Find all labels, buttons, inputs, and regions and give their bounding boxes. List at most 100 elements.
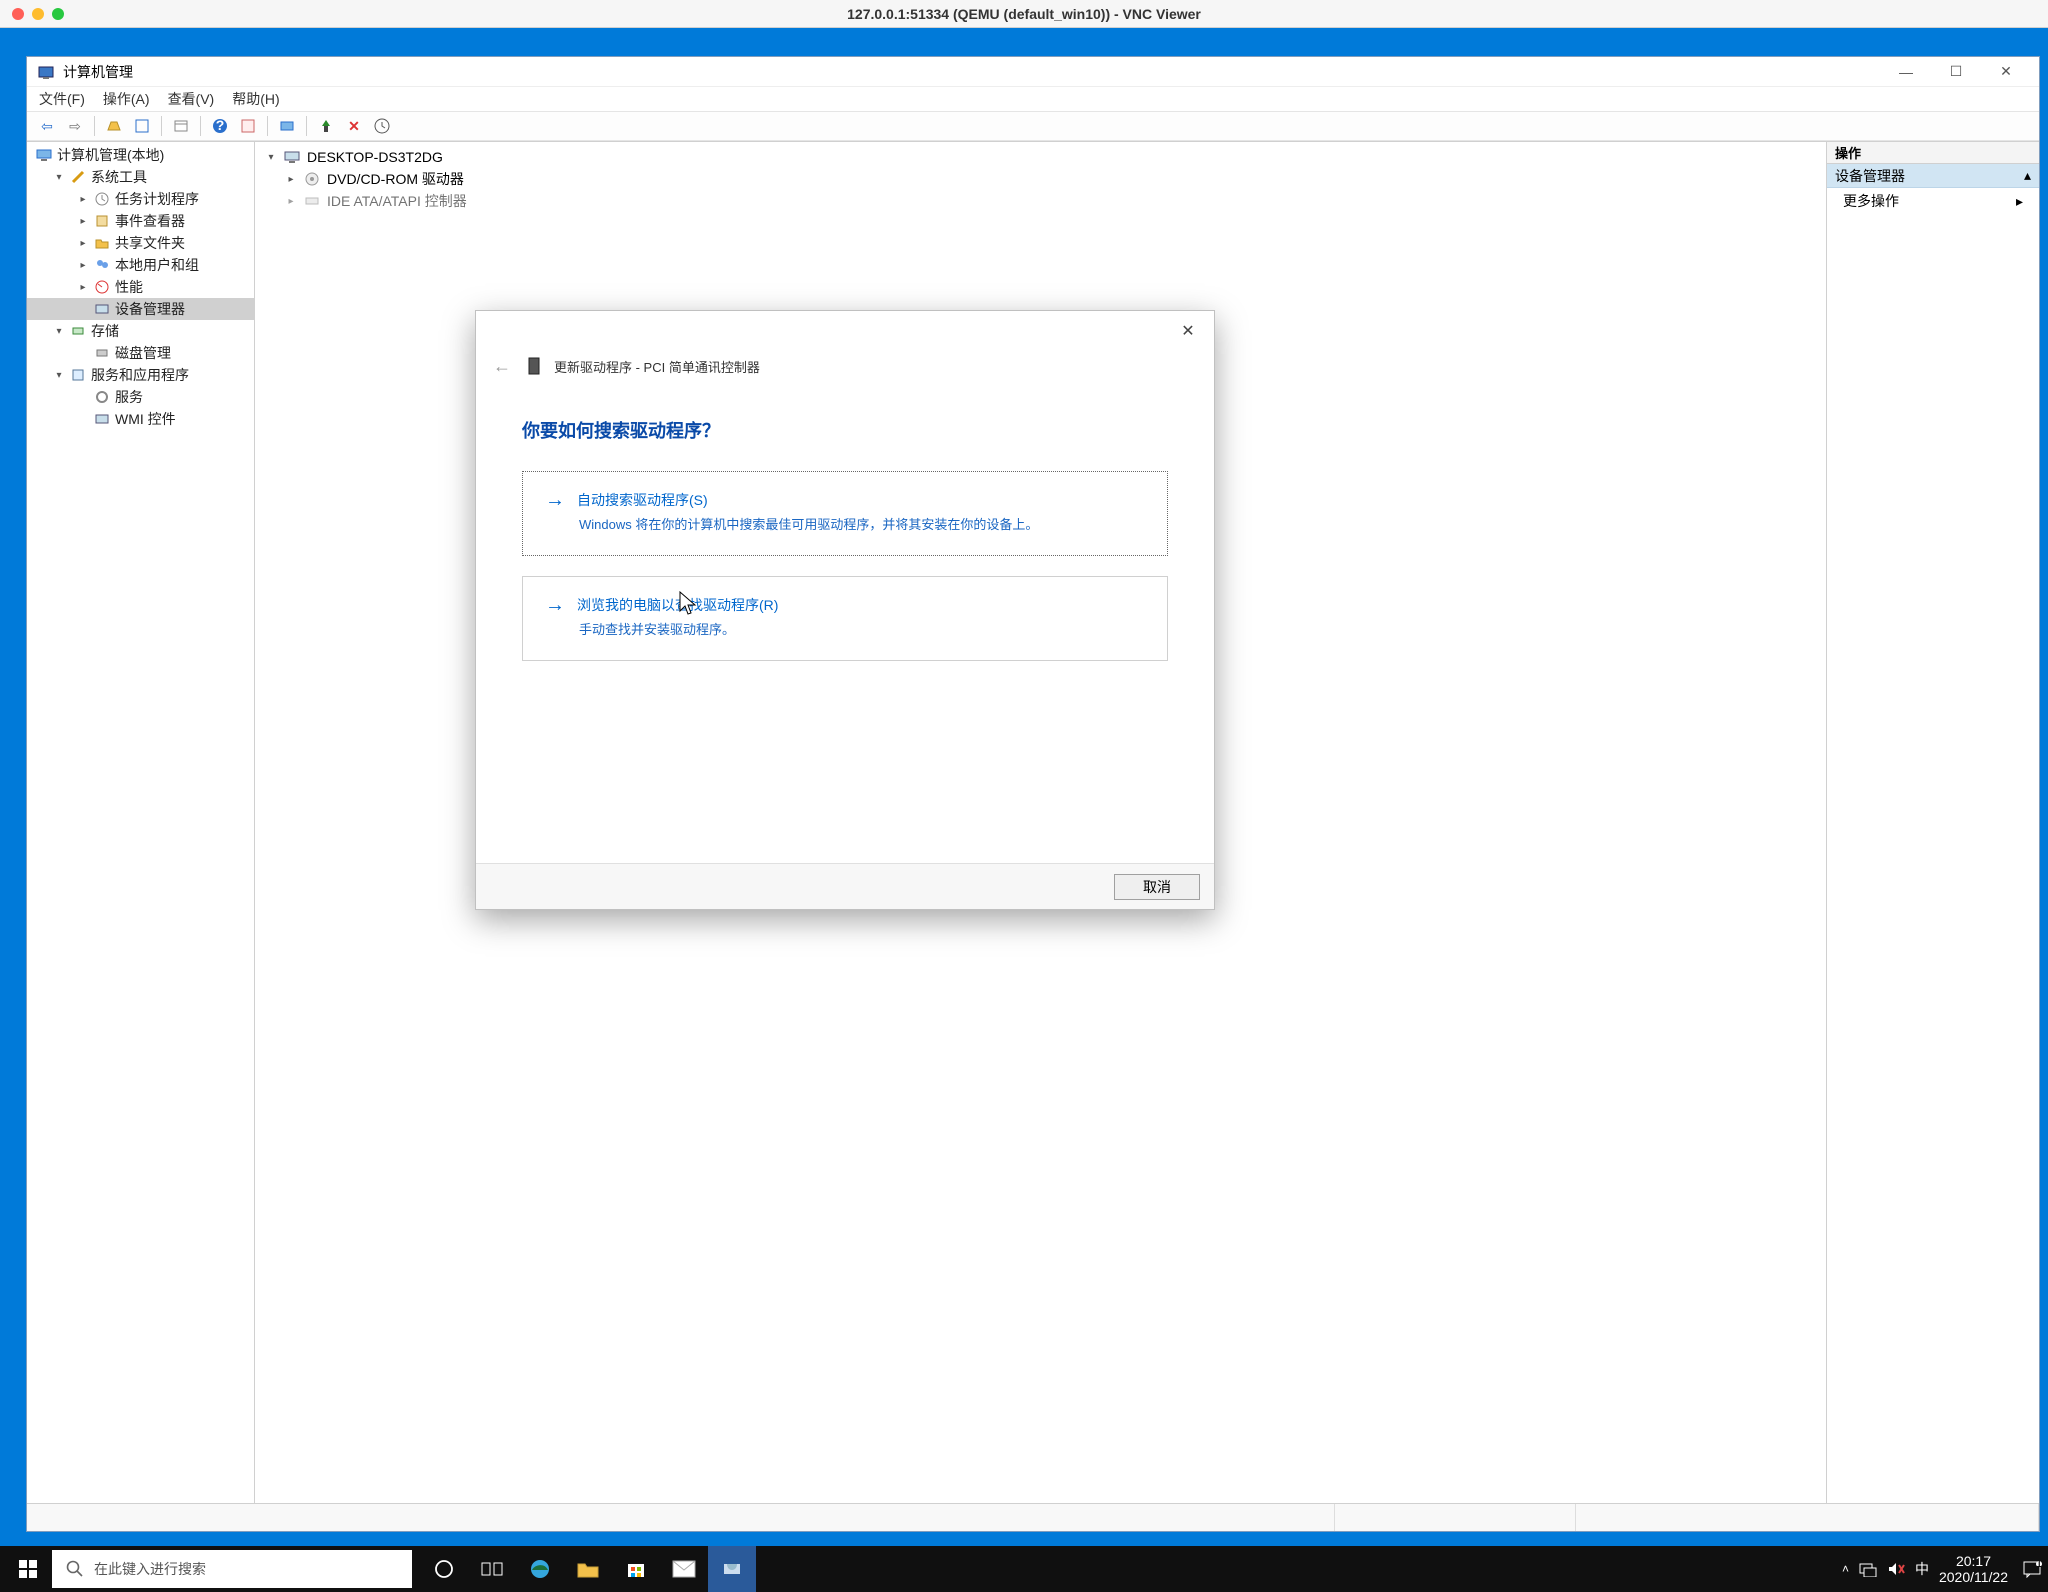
tree-system-tools[interactable]: ▾ 系统工具 [27, 166, 254, 188]
device-ide[interactable]: ▸ IDE ATA/ATAPI 控制器 [265, 190, 1816, 212]
folder-icon [93, 236, 111, 250]
toolbar-properties-icon[interactable] [130, 114, 154, 138]
tree-expand-icon[interactable]: ▸ [77, 282, 89, 293]
menu-view[interactable]: 查看(V) [168, 89, 215, 109]
tray-action-center-icon[interactable]: 1 [2022, 1560, 2042, 1578]
svg-text:1: 1 [2035, 1560, 2042, 1570]
tree-performance[interactable]: ▸ 性能 [27, 276, 254, 298]
clock-icon [93, 192, 111, 206]
tree-wmi-control[interactable]: ▸ WMI 控件 [27, 408, 254, 430]
taskbar-mail-icon[interactable] [660, 1546, 708, 1592]
taskbar-store-icon[interactable] [612, 1546, 660, 1592]
taskbar-search[interactable]: 在此键入进行搜索 [52, 1550, 412, 1588]
search-placeholder: 在此键入进行搜索 [94, 1559, 206, 1579]
toolbar-scan-icon[interactable] [275, 114, 299, 138]
tree-storage[interactable]: ▾ 存储 [27, 320, 254, 342]
tree-local-users[interactable]: ▸ 本地用户和组 [27, 254, 254, 276]
tree-collapse-icon[interactable]: ▾ [265, 152, 277, 163]
tree-task-scheduler[interactable]: ▸ 任务计划程序 [27, 188, 254, 210]
tree-expand-icon[interactable]: ▸ [77, 216, 89, 227]
tray-volume-icon[interactable] [1887, 1561, 1905, 1577]
menu-help[interactable]: 帮助(H) [232, 89, 279, 109]
menu-action[interactable]: 操作(A) [103, 89, 150, 109]
toolbar-list-icon[interactable] [169, 114, 193, 138]
wmi-icon [93, 412, 111, 426]
tree-root[interactable]: 计算机管理(本地) [27, 144, 254, 166]
option-auto-desc: Windows 将在你的计算机中搜索最佳可用驱动程序，并将其安装在你的设备上。 [579, 514, 1147, 533]
tree-expand-icon[interactable]: ▸ [77, 194, 89, 205]
tray-ime-indicator[interactable]: 中 [1915, 1559, 1929, 1579]
tree-shared-folders[interactable]: ▸ 共享文件夹 [27, 232, 254, 254]
mac-minimize-button[interactable] [32, 8, 44, 20]
taskbar-explorer-icon[interactable] [564, 1546, 612, 1592]
tree-disk-management[interactable]: ▸ 磁盘管理 [27, 342, 254, 364]
event-icon [93, 214, 111, 228]
tree-collapse-icon[interactable]: ▾ [53, 172, 65, 183]
tree-expand-icon[interactable]: ▸ [285, 196, 297, 207]
users-icon [93, 258, 111, 272]
clock-time: 20:17 [1939, 1553, 2008, 1569]
mmc-window: 计算机管理 — ☐ ✕ 文件(F) 操作(A) 查看(V) 帮助(H) ⇦ ⇨ [26, 56, 2040, 1532]
toolbar-enable-icon[interactable] [314, 114, 338, 138]
toolbar-up-icon[interactable] [102, 114, 126, 138]
dialog-back-icon[interactable]: ← [490, 356, 514, 377]
taskbar-app-icon[interactable] [708, 1546, 756, 1592]
device-list-pane[interactable]: ▾ DESKTOP-DS3T2DG ▸ DVD/CD-ROM 驱动器 ▸ IDE… [255, 142, 1827, 1503]
svg-text:?: ? [216, 118, 225, 133]
tray-network-icon[interactable] [1859, 1561, 1877, 1577]
mmc-statusbar [27, 1503, 2039, 1531]
mmc-minimize-button[interactable]: — [1883, 60, 1929, 84]
device-dvd[interactable]: ▸ DVD/CD-ROM 驱动器 [265, 168, 1816, 190]
tree-expand-icon[interactable]: ▸ [77, 238, 89, 249]
mmc-toolbar: ⇦ ⇨ ? [27, 111, 2039, 141]
device-host[interactable]: ▾ DESKTOP-DS3T2DG [265, 146, 1816, 168]
menu-file[interactable]: 文件(F) [39, 89, 85, 109]
dialog-close-button[interactable]: ✕ [1172, 319, 1204, 343]
toolbar-forward-icon[interactable]: ⇨ [63, 114, 87, 138]
cancel-button[interactable]: 取消 [1114, 874, 1200, 900]
disc-icon [303, 172, 321, 186]
mmc-titlebar[interactable]: 计算机管理 — ☐ ✕ [27, 57, 2039, 87]
start-button[interactable] [4, 1546, 52, 1592]
tree-services[interactable]: ▸ 服务 [27, 386, 254, 408]
taskbar-clock[interactable]: 20:17 2020/11/22 [1939, 1553, 2008, 1585]
taskbar-taskview-icon[interactable] [468, 1546, 516, 1592]
tree-device-manager[interactable]: ▸ 设备管理器 [27, 298, 254, 320]
toolbar-disable-icon[interactable]: ✕ [342, 114, 366, 138]
taskbar-cortana-icon[interactable] [420, 1546, 468, 1592]
tree-expand-icon[interactable]: ▸ [285, 174, 297, 185]
mac-close-button[interactable] [12, 8, 24, 20]
performance-icon [93, 280, 111, 294]
toolbar-update-driver-icon[interactable] [370, 114, 394, 138]
actions-more-actions[interactable]: 更多操作 ▸ [1827, 188, 2039, 214]
device-chip-icon [526, 356, 542, 376]
taskbar-edge-icon[interactable] [516, 1546, 564, 1592]
mmc-tree-pane[interactable]: 计算机管理(本地) ▾ 系统工具 ▸ 任务计划程序 ▸ [27, 142, 255, 1503]
toolbar-refresh-icon[interactable] [236, 114, 260, 138]
option-browse-computer[interactable]: → 浏览我的电脑以查找驱动程序(R) 手动查找并安装驱动程序。 [522, 576, 1168, 661]
option-auto-title: 自动搜索驱动程序(S) [577, 490, 708, 510]
mmc-close-button[interactable]: ✕ [1983, 60, 2029, 84]
tree-event-viewer[interactable]: ▸ 事件查看器 [27, 210, 254, 232]
tray-up-arrow-icon[interactable]: ˄ [1842, 1562, 1849, 1576]
toolbar-help-icon[interactable]: ? [208, 114, 232, 138]
tree-services-apps[interactable]: ▾ 服务和应用程序 [27, 364, 254, 386]
actions-section[interactable]: 设备管理器 ▴ [1827, 164, 2039, 188]
tree-collapse-icon[interactable]: ▾ [53, 326, 65, 337]
mmc-maximize-button[interactable]: ☐ [1933, 60, 1979, 84]
tree-expand-icon[interactable]: ▸ [77, 260, 89, 271]
mmc-title-text: 计算机管理 [63, 62, 133, 82]
tree-collapse-icon[interactable]: ▾ [53, 370, 65, 381]
toolbar-back-icon[interactable]: ⇦ [35, 114, 59, 138]
option-browse-desc: 手动查找并安装驱动程序。 [579, 619, 1147, 638]
arrow-right-icon: → [545, 490, 565, 510]
vnc-titlebar: 127.0.0.1:51334 (QEMU (default_win10)) -… [0, 0, 2048, 28]
services-apps-icon [69, 368, 87, 382]
chevron-up-icon[interactable]: ▴ [2024, 167, 2031, 184]
mac-maximize-button[interactable] [52, 8, 64, 20]
arrow-right-icon: → [545, 595, 565, 615]
option-auto-search[interactable]: → 自动搜索驱动程序(S) Windows 将在你的计算机中搜索最佳可用驱动程序… [522, 471, 1168, 556]
option-browse-title: 浏览我的电脑以查找驱动程序(R) [577, 595, 778, 615]
actions-pane: 操作 设备管理器 ▴ 更多操作 ▸ [1827, 142, 2039, 1503]
clock-date: 2020/11/22 [1939, 1569, 2008, 1585]
